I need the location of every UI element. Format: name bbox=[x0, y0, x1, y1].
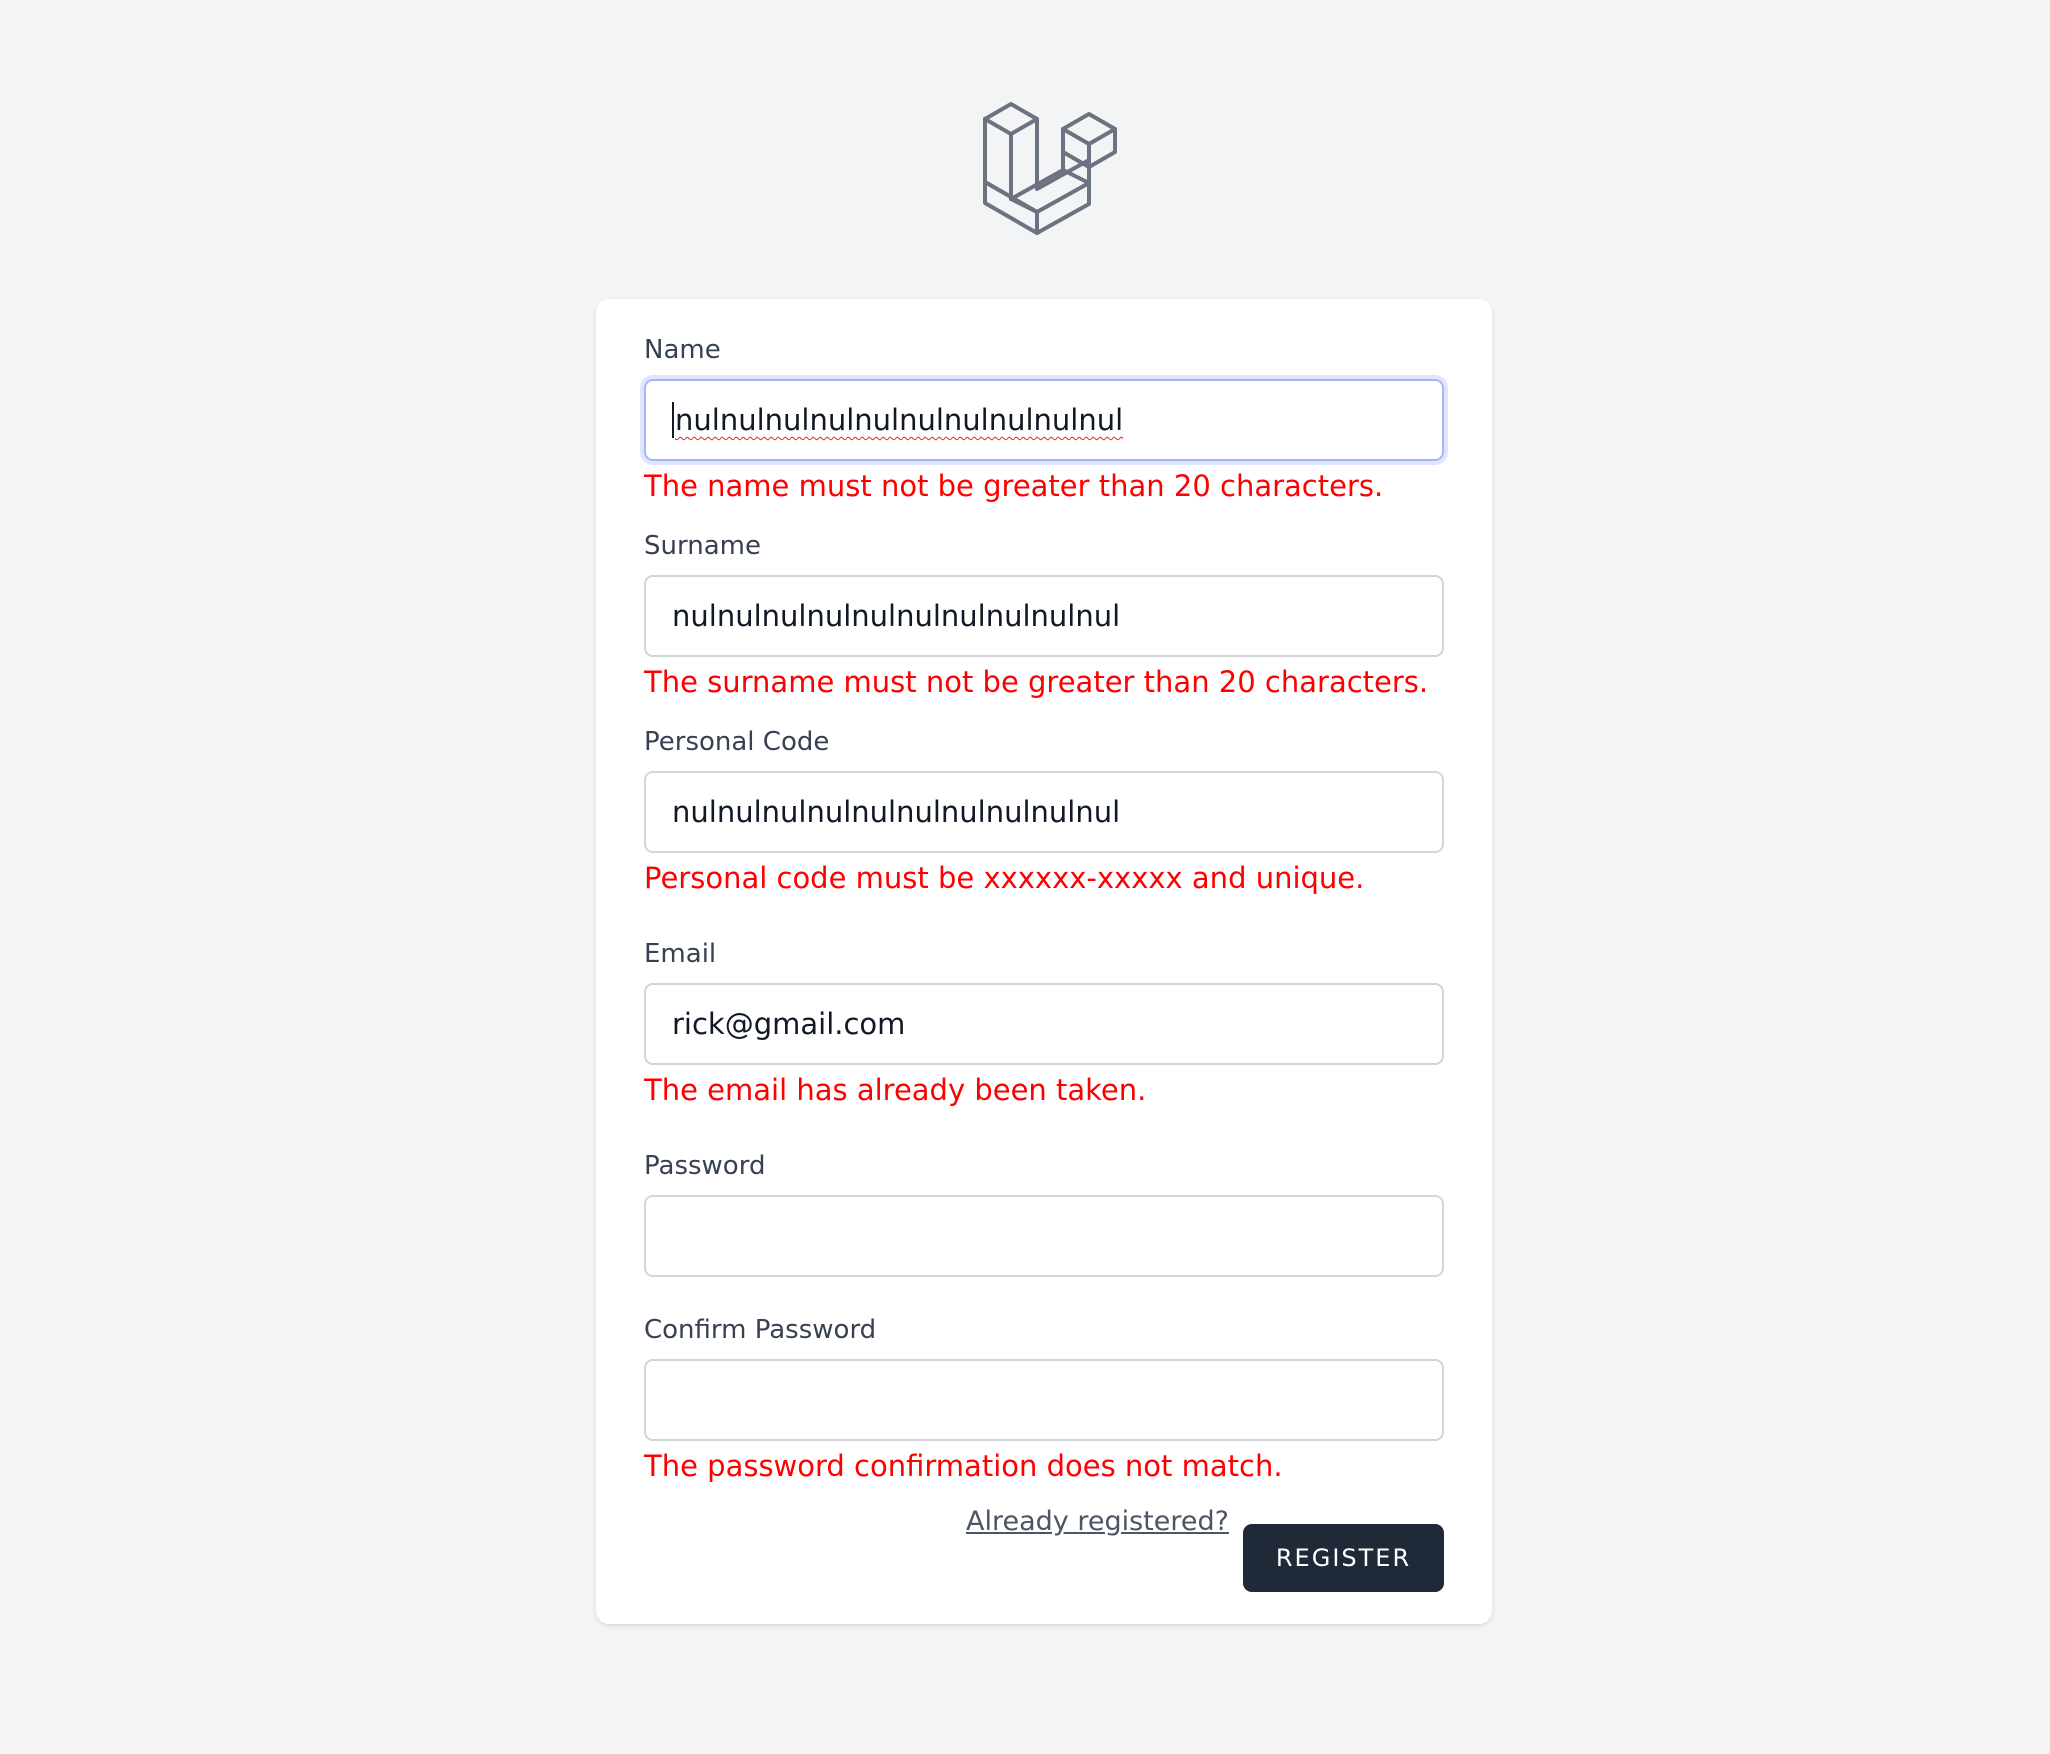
register-card: Name nulnulnulnulnulnulnulnulnulnul The … bbox=[596, 299, 1492, 1624]
name-label: Name bbox=[644, 335, 721, 365]
laravel-logo-icon[interactable] bbox=[982, 100, 1119, 240]
surname-input-value: nulnulnulnulnulnulnulnulnulnul bbox=[672, 599, 1121, 633]
email-error: The email has already been taken. bbox=[644, 1073, 1147, 1107]
register-button[interactable]: Register bbox=[1243, 1524, 1444, 1592]
surname-error: The surname must not be greater than 20 … bbox=[644, 665, 1429, 699]
personal-code-input-value: nulnulnulnulnulnulnulnulnulnul bbox=[672, 795, 1121, 829]
surname-input[interactable]: nulnulnulnulnulnulnulnulnulnul bbox=[644, 575, 1444, 657]
personal-code-label: Personal Code bbox=[644, 727, 830, 757]
password-label: Password bbox=[644, 1151, 766, 1181]
name-input-value: nulnulnulnulnulnulnulnulnulnul bbox=[675, 403, 1124, 437]
password-input[interactable] bbox=[644, 1195, 1444, 1277]
personal-code-error: Personal code must be xxxxxx-xxxxx and u… bbox=[644, 861, 1365, 895]
email-label: Email bbox=[644, 939, 717, 969]
email-input[interactable]: rick@gmail.com bbox=[644, 983, 1444, 1065]
confirm-password-error: The password confirmation does not match… bbox=[644, 1449, 1283, 1483]
personal-code-input[interactable]: nulnulnulnulnulnulnulnulnulnul bbox=[644, 771, 1444, 853]
text-caret bbox=[672, 402, 674, 438]
confirm-password-label: Confirm Password bbox=[644, 1315, 877, 1345]
email-input-value: rick@gmail.com bbox=[672, 1007, 906, 1041]
name-error: The name must not be greater than 20 cha… bbox=[644, 469, 1384, 503]
already-registered-link[interactable]: Already registered? bbox=[966, 1505, 1229, 1539]
name-input[interactable]: nulnulnulnulnulnulnulnulnulnul bbox=[644, 379, 1444, 461]
surname-label: Surname bbox=[644, 531, 761, 561]
confirm-password-input[interactable] bbox=[644, 1359, 1444, 1441]
